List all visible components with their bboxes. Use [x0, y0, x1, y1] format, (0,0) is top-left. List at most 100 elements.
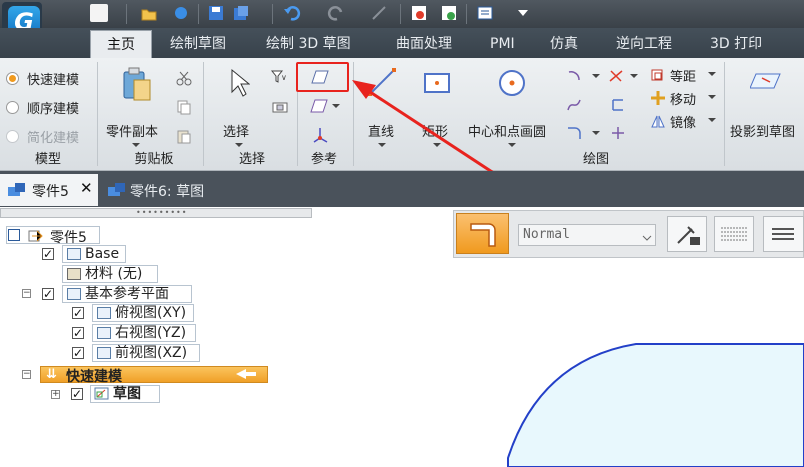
quick-modeling-collapse-icon[interactable]: − — [22, 370, 31, 379]
menu-lines-icon — [772, 228, 794, 240]
grid-options-button[interactable] — [714, 216, 754, 252]
part-doc-icon — [106, 181, 128, 203]
save-icon[interactable] — [207, 4, 225, 22]
sketch-profile[interactable] — [500, 340, 804, 467]
qat-separator — [272, 4, 273, 24]
simplified-modeling-radio[interactable] — [6, 130, 19, 143]
tree-item-base-planes[interactable]: 基本参考平面 — [62, 285, 192, 303]
root-collapse-icon[interactable] — [8, 229, 20, 241]
end-of-sync-marker-icon[interactable] — [234, 368, 258, 384]
mirror-dropdown[interactable] — [708, 118, 716, 122]
base-checkbox[interactable]: ✓ — [42, 248, 54, 260]
splitter-grip-icon: ••••••••• — [136, 208, 188, 217]
model-group-label: 模型 — [34, 152, 61, 167]
arc-icon[interactable] — [566, 68, 582, 88]
quick-access-toolbar — [0, 0, 804, 28]
move-dropdown[interactable] — [708, 95, 716, 99]
select-dropdown[interactable] — [235, 143, 243, 147]
offset-icon[interactable] — [650, 67, 666, 87]
tab-reverse-engineering[interactable]: 逆向工程 — [616, 28, 672, 58]
trim-icon[interactable] — [608, 68, 624, 88]
split-icon[interactable] — [610, 125, 626, 145]
part-icon — [28, 228, 44, 246]
filter-icon[interactable]: ∨ — [270, 68, 288, 90]
sketch-icon — [94, 387, 110, 405]
offset-dropdown[interactable] — [708, 72, 716, 76]
select-group-label: 选择 — [238, 152, 265, 167]
extend-icon[interactable] — [610, 97, 626, 117]
tree-item-xz-label: 前视图(XZ) — [115, 345, 188, 361]
open-recent-icon[interactable] — [172, 4, 190, 22]
xz-checkbox[interactable]: ✓ — [72, 347, 84, 359]
tree-item-xy-label: 俯视图(XY) — [115, 305, 187, 321]
tree-item-quick-modeling-label: 快速建模 — [66, 369, 122, 385]
paste-icon[interactable] — [176, 128, 192, 148]
move-label[interactable]: 移动 — [670, 89, 696, 108]
sync-icon: ⇊ — [46, 367, 57, 382]
project-to-sketch-label: 投影到草图 — [730, 125, 796, 140]
planes-collapse-icon[interactable]: − — [22, 289, 31, 298]
part-copy-dropdown[interactable] — [132, 143, 140, 147]
fillet-icon[interactable] — [566, 125, 582, 145]
qat-separator — [400, 4, 401, 24]
close-tab-icon[interactable]: ✕ — [80, 179, 93, 197]
xy-checkbox[interactable]: ✓ — [72, 307, 84, 319]
view-style-select[interactable]: Normal — [518, 224, 656, 246]
render-mode-button[interactable] — [667, 216, 707, 252]
doc-tab-part5-label: 零件5 — [32, 184, 69, 200]
project-to-sketch-icon[interactable] — [749, 68, 784, 102]
plane-folder-icon — [67, 288, 81, 300]
cut-icon[interactable] — [176, 70, 192, 90]
qat-separator — [466, 4, 467, 24]
tab-3d-print[interactable]: 3D 打印 — [710, 28, 762, 58]
select-arrow-icon[interactable] — [228, 68, 251, 102]
tab-surface[interactable]: 曲面处理 — [396, 28, 452, 58]
coordinate-system-icon[interactable] — [312, 126, 330, 148]
mirror-icon[interactable] — [650, 113, 666, 133]
trim-dropdown[interactable] — [630, 74, 638, 78]
arc-dropdown[interactable] — [592, 74, 600, 78]
tree-item-sketch-label: 草图 — [113, 386, 141, 402]
part-properties-icon[interactable] — [410, 4, 428, 22]
part-info-icon[interactable] — [440, 4, 458, 22]
tree-item-material-label: 材料 (无) — [85, 266, 143, 282]
open-folder-icon[interactable] — [140, 4, 158, 22]
qat-customize-dropdown[interactable] — [518, 10, 528, 16]
mirror-label[interactable]: 镜像 — [670, 112, 696, 131]
more-options-button[interactable] — [763, 216, 804, 252]
undo-icon[interactable] — [283, 4, 301, 22]
view-style-dropdown-icon[interactable] — [642, 231, 652, 246]
part-copy-label: 零件副本 — [106, 125, 159, 140]
new-file-icon[interactable] — [90, 4, 108, 22]
offset-label[interactable]: 等距 — [670, 66, 696, 85]
tab-3d-sketch[interactable]: 绘制 3D 草图 — [266, 28, 351, 58]
tab-sketch[interactable]: 绘制草图 — [170, 28, 226, 58]
tab-simulation[interactable]: 仿真 — [550, 28, 578, 58]
sequential-modeling-radio[interactable] — [6, 101, 19, 114]
copy-icon[interactable] — [176, 99, 192, 119]
sketch-expand-icon[interactable]: + — [51, 390, 60, 399]
coincident-plane-icon[interactable] — [311, 69, 329, 89]
coordinate-icon — [67, 248, 81, 260]
render-mode-icon — [677, 226, 700, 245]
move-icon[interactable] — [650, 90, 666, 110]
tab-pmi[interactable]: PMI — [490, 28, 515, 58]
redo-icon[interactable] — [327, 4, 345, 22]
quick-modeling-radio[interactable] — [6, 72, 19, 85]
fillet-dropdown[interactable] — [592, 131, 600, 135]
yz-checkbox[interactable]: ✓ — [72, 327, 84, 339]
curve-icon[interactable] — [566, 97, 582, 117]
doc-tab-part6[interactable]: 零件6: 草图 — [130, 181, 204, 201]
planes-checkbox[interactable]: ✓ — [42, 288, 54, 300]
save-all-icon[interactable] — [232, 4, 250, 22]
sketch-view-button[interactable] — [456, 213, 509, 254]
plane-options-dropdown[interactable] — [332, 104, 340, 108]
tree-item-yz-label: 右视图(YZ) — [115, 325, 187, 341]
part-copy-icon[interactable] — [120, 66, 154, 106]
select-tools-icon[interactable] — [272, 100, 288, 118]
tab-home[interactable]: 主页 — [90, 30, 152, 59]
repeat-command-icon[interactable] — [370, 4, 388, 22]
window-list-icon[interactable] — [476, 4, 494, 22]
sketch-checkbox[interactable]: ✓ — [71, 388, 83, 400]
plane-options-icon[interactable] — [310, 98, 328, 118]
